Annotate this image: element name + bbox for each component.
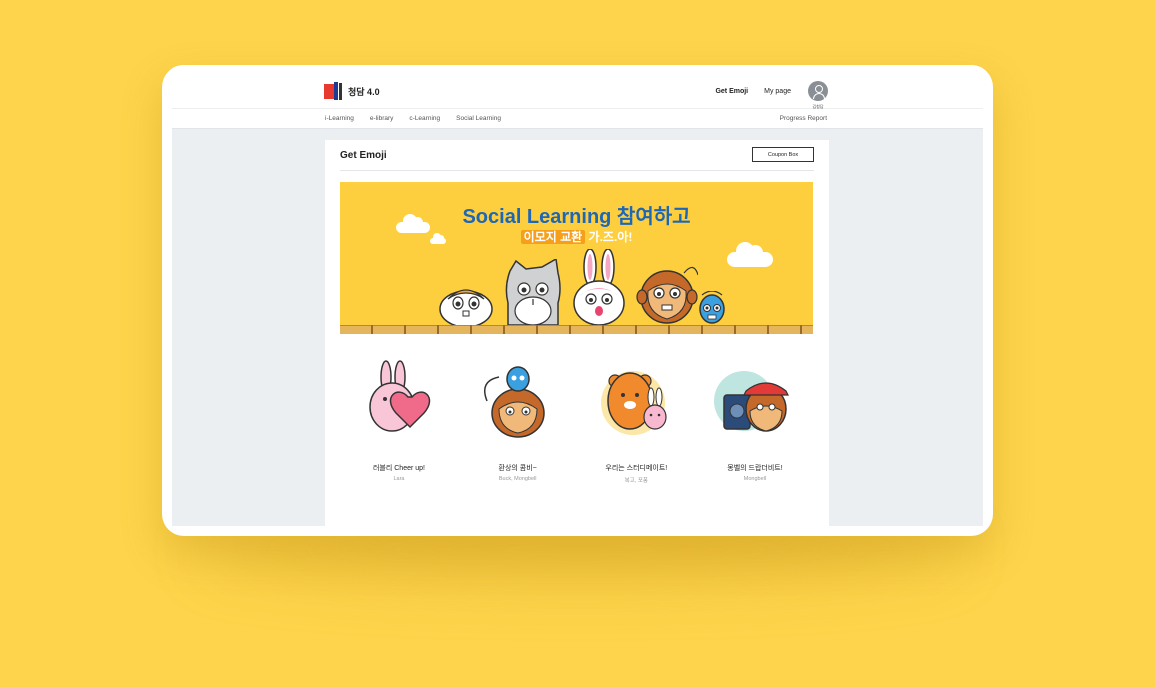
promo-banner[interactable]: Social Learning 참여하고 이모지 교환 가.즈.아! [340, 182, 813, 334]
emoji-card[interactable]: 러블리 Cheer up! Lara [340, 345, 458, 495]
card-characters: 복고, 포퐁 [624, 478, 648, 484]
card-title: 몽벨의 드랍더비트! [727, 465, 783, 472]
bunny-character-icon [573, 249, 625, 325]
subnav-e-library[interactable]: e-library [370, 115, 393, 122]
profile[interactable]: 김청담 [807, 81, 829, 110]
monkey-dj-icon [713, 371, 789, 432]
banner-title: Social Learning 참여하고 [462, 206, 691, 228]
page-title: Get Emoji [340, 150, 387, 161]
monkey-robot-icon [483, 366, 545, 438]
banner-subtitle: 이모지 교환 가.즈.아! [340, 228, 813, 245]
card-characters: Buck, Mongbell [498, 476, 537, 482]
top-header: 청담 4.0 Get Emoji My page 김청담 [172, 65, 983, 109]
header-nav: Get Emoji My page 김청담 [715, 81, 829, 110]
divider [340, 170, 814, 171]
subnav-i-learning[interactable]: i-Learning [325, 115, 354, 122]
card-title: 환상의 콤비~ [498, 465, 537, 472]
hamster-character-icon [439, 289, 493, 325]
banner-subtitle-rest: 가.즈.아! [585, 230, 633, 244]
logo[interactable]: 청담 4.0 [324, 82, 380, 100]
emoji-card[interactable]: 우리는 스터디메이트! 복고, 포퐁 [577, 345, 695, 495]
nav-get-emoji[interactable]: Get Emoji [715, 88, 748, 95]
cat-character-icon [505, 259, 561, 325]
robot-character-icon [699, 291, 725, 324]
sub-nav: i-Learning e-library c-Learning Social L… [172, 109, 983, 129]
nav-my-page[interactable]: My page [764, 88, 791, 95]
subnav-progress-report[interactable]: Progress Report [780, 115, 827, 122]
tablet-frame: 청담 4.0 Get Emoji My page 김청담 i-Learning … [162, 65, 993, 536]
screen: 청담 4.0 Get Emoji My page 김청담 i-Learning … [172, 65, 983, 526]
logo-text: 청담 4.0 [348, 86, 380, 97]
get-emoji-panel: Get Emoji Coupon Box Social Learning 참여하… [325, 140, 829, 526]
banner-subtitle-highlight: 이모지 교환 [520, 230, 586, 244]
emoji-card[interactable]: 몽벨의 드랍더비트! Mongbell [696, 345, 814, 495]
card-characters: Mongbell [743, 476, 767, 482]
emoji-card[interactable]: 환상의 콤비~ Buck, Mongbell [459, 345, 577, 495]
monkey-character-icon [636, 266, 698, 324]
card-title: 우리는 스터디메이트! [605, 465, 668, 472]
tiger-bunny-icon [601, 371, 667, 435]
logo-mark-icon [324, 82, 342, 100]
emoji-card-list: 러블리 Cheer up! Lara 환상의 콤비~ Buck, Mongbel… [340, 345, 814, 495]
coupon-box-button[interactable]: Coupon Box [752, 147, 814, 162]
subnav-social-learning[interactable]: Social Learning [456, 115, 501, 122]
card-title: 러블리 Cheer up! [372, 465, 425, 472]
subnav-c-learning[interactable]: c-Learning [409, 115, 440, 122]
bunny-heart-icon [369, 360, 431, 432]
card-characters: Lara [393, 476, 405, 482]
cloud-icon [727, 242, 773, 267]
avatar-user-icon[interactable] [808, 81, 828, 101]
